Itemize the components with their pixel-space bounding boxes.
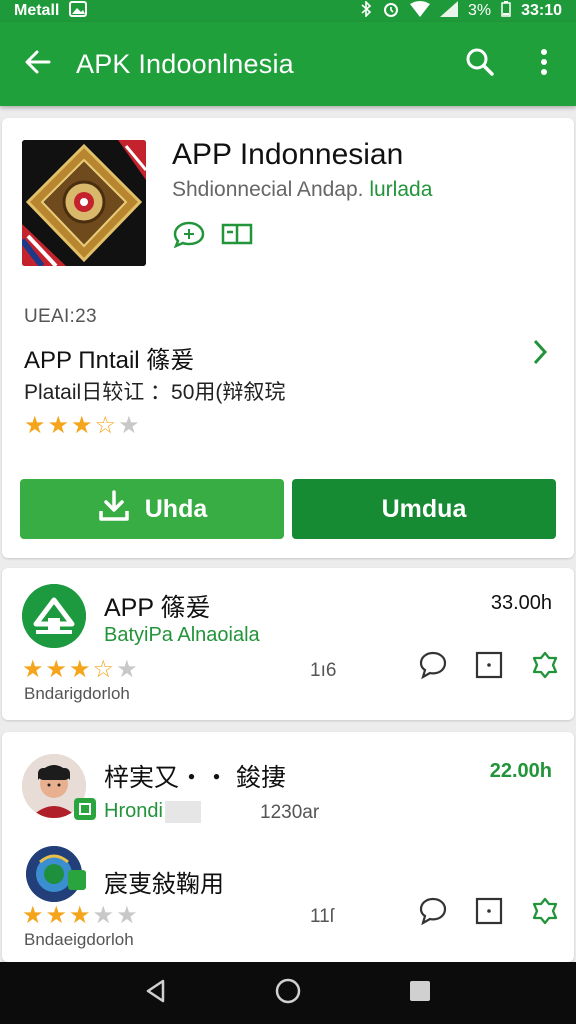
list-item-subtitle-text: Hrondi <box>104 800 163 822</box>
star-icon: ★ <box>69 902 91 929</box>
list-item-count: 1230ar <box>260 802 320 823</box>
image-notification-icon <box>69 0 88 22</box>
download-button-label: Uhda <box>144 494 208 523</box>
nav-recents-button[interactable] <box>395 968 445 1018</box>
app-developer: Shdionnecial Andap. lurlada <box>172 178 432 202</box>
blurred-text <box>164 800 201 823</box>
nav-back-button[interactable] <box>131 968 181 1018</box>
wifi-icon <box>409 0 430 22</box>
nav-home-button[interactable] <box>263 968 313 1018</box>
clock: 33:10 <box>521 2 562 19</box>
list-item-title: 梓実又・・ 鋑捿 <box>104 764 286 792</box>
list-item-size: 22.00h <box>489 760 552 782</box>
app-bar-title: APK Indoonlnesia <box>76 48 294 79</box>
square-icon[interactable] <box>472 894 506 928</box>
star-icon: ☆ <box>94 412 117 439</box>
star-icon: ★ <box>45 902 68 929</box>
list-item-subtitle: Hrondi <box>104 800 201 823</box>
list-item-title: APP 篠爰 <box>104 594 211 622</box>
app-icon <box>22 584 86 648</box>
app-bar: APK Indoonlnesia <box>0 22 576 106</box>
comment-icon[interactable] <box>416 648 450 682</box>
status-bar: Metall 3% 33:10 <box>0 0 576 22</box>
star-icon: ★ <box>71 412 93 439</box>
overflow-menu-button[interactable] <box>512 22 576 106</box>
arrow-back-icon <box>23 47 53 82</box>
back-button[interactable] <box>0 22 76 106</box>
star-icon: ★ <box>24 412 46 439</box>
download-button[interactable]: Uhda <box>20 479 284 539</box>
install-button[interactable]: Umdua <box>292 479 556 539</box>
star-icon: ★ <box>22 656 44 683</box>
list-item-count: 11ſ <box>310 906 334 927</box>
square-icon[interactable] <box>472 648 506 682</box>
bluetooth-icon <box>360 0 372 22</box>
app-hero-image <box>22 140 146 266</box>
signal-icon <box>439 0 458 22</box>
comment-icon[interactable] <box>416 894 450 928</box>
info-expand-button[interactable] <box>524 336 556 372</box>
list-item-title-secondary: 宸叓敍鞠用 <box>104 871 224 898</box>
verified-badge-icon <box>74 798 96 820</box>
download-icon <box>97 489 131 530</box>
list-item-stars: ★ ★ ★ ★ ★ <box>22 904 138 928</box>
list-item-size: 33.00h <box>490 592 552 614</box>
star-icon: ★ <box>118 412 140 439</box>
install-button-label: Umdua <box>381 494 467 523</box>
star-icon: ★ <box>116 656 138 683</box>
badge-icon <box>68 870 86 890</box>
list-item-stars: ★ ★ ★ ☆ ★ <box>22 658 138 682</box>
list-item-author: Bndarigdorloh <box>24 684 130 703</box>
app-name: APP Indonnesian <box>172 138 404 171</box>
triangle-back-icon <box>143 978 169 1009</box>
star-icon: ★ <box>45 656 68 683</box>
star-icon: ★ <box>92 902 115 929</box>
puzzle-icon[interactable] <box>528 894 562 928</box>
circle-home-icon <box>274 977 302 1010</box>
list-item[interactable]: 梓実又・・ 鋑捿 Hrondi 1230ar 22.00h 宸叓敍鞠用 ★ ★ ★ ★… <box>2 732 574 962</box>
book-icon[interactable] <box>220 220 254 253</box>
square-recents-icon <box>408 979 432 1008</box>
battery-icon <box>501 0 511 22</box>
star-icon: ★ <box>22 902 44 929</box>
puzzle-icon[interactable] <box>528 648 562 682</box>
system-nav-bar <box>0 962 576 1024</box>
info-subtitle: Platail日较讧 ：50用(辩叙琓 <box>24 381 286 404</box>
search-button[interactable] <box>448 22 512 106</box>
chevron-right-icon <box>532 338 548 371</box>
star-icon: ★ <box>116 902 138 929</box>
more-vert-icon <box>540 48 548 81</box>
list-item[interactable]: APP 篠爰 BatyiPa Alnaoiala 33.00h ★ ★ ★ ☆ ★ 1ı… <box>2 568 574 720</box>
star-icon: ★ <box>47 412 70 439</box>
rating-stars: ★ ★ ★ ☆ ★ <box>24 414 140 438</box>
alarm-icon <box>382 1 400 22</box>
list-item-count: 1ı6 <box>310 660 337 681</box>
chat-bubble-icon[interactable] <box>172 220 206 253</box>
info-title[interactable]: APP Πntail 篠爰 <box>24 340 194 375</box>
star-icon: ★ <box>69 656 91 683</box>
app-developer-link[interactable]: lurlada <box>369 178 432 201</box>
battery-percent: 3% <box>467 2 492 19</box>
search-icon <box>465 47 495 82</box>
version-label: UEAI:23 <box>24 306 97 327</box>
app-developer-name: Shdionnecial Andap. <box>172 178 370 201</box>
list-item-author: Bndaeigdorloh <box>24 930 134 949</box>
list-item-subtitle: BatyiPa Alnaoiala <box>104 624 260 646</box>
star-icon: ☆ <box>92 656 115 683</box>
app-detail-card: APP Indonnesian Shdionnecial Andap. lurl… <box>2 118 574 558</box>
carrier-label: Metall <box>14 2 60 19</box>
